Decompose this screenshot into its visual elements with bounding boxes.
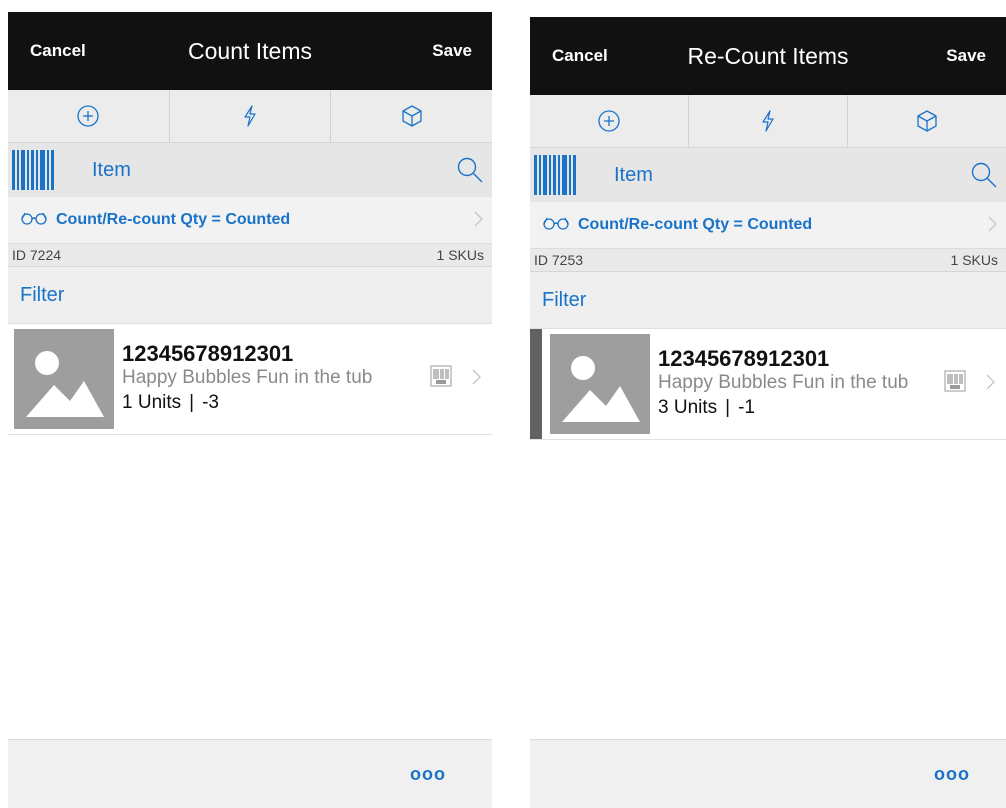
bottom-bar: ooo xyxy=(530,739,1006,808)
count-info-bar: ID 7224 1 SKUs xyxy=(8,244,492,267)
count-items-screen: Cancel Count Items Save Item Count/Re-co… xyxy=(8,12,492,808)
plus-circle-icon xyxy=(77,105,99,127)
quantity-separator: | xyxy=(189,392,195,413)
glasses-icon xyxy=(542,216,570,235)
more-options-button[interactable]: ooo xyxy=(410,764,446,785)
glasses-icon xyxy=(20,211,48,230)
item-quantity: 1 Units | -3 xyxy=(122,390,372,416)
filter-summary-row[interactable]: Count/Re-count Qty = Counted xyxy=(8,197,492,244)
item-variance: -3 xyxy=(202,392,219,413)
quick-action-button[interactable] xyxy=(689,95,848,147)
item-scan-field[interactable]: Item xyxy=(92,159,131,182)
item-units: 1 Units xyxy=(122,392,182,413)
small-barcode-icon xyxy=(430,365,452,392)
filter-summary-text: Count/Re-count Qty = Counted xyxy=(578,216,813,233)
save-button[interactable]: Save xyxy=(432,41,472,61)
chevron-right-icon xyxy=(470,368,482,391)
add-button[interactable] xyxy=(8,90,170,142)
lightning-icon xyxy=(244,105,256,127)
count-id: ID 7224 xyxy=(12,247,62,263)
chevron-right-icon xyxy=(472,210,484,233)
package-button[interactable] xyxy=(331,90,492,142)
action-toolbar xyxy=(530,95,1006,148)
chevron-right-icon xyxy=(986,215,998,238)
image-placeholder-icon xyxy=(14,329,114,429)
bottom-bar: ooo xyxy=(8,739,492,808)
item-sku: 12345678912301 xyxy=(658,346,830,371)
sku-count: 1 SKUs xyxy=(436,247,484,263)
item-description: Happy Bubbles Fun in the tub xyxy=(658,372,909,393)
search-icon[interactable] xyxy=(970,161,998,194)
save-button[interactable]: Save xyxy=(946,46,986,66)
item-scan-field[interactable]: Item xyxy=(614,164,653,187)
header-bar: Cancel Count Items Save xyxy=(8,12,492,90)
cancel-button[interactable]: Cancel xyxy=(30,41,86,61)
package-button[interactable] xyxy=(848,95,1006,147)
list-item[interactable]: 12345678912301 Happy Bubbles Fun in the … xyxy=(530,329,1006,440)
re-count-items-screen: Cancel Re-Count Items Save Item Count/Re… xyxy=(530,17,1006,808)
item-sku: 12345678912301 xyxy=(122,341,294,366)
chevron-right-icon xyxy=(984,373,996,396)
item-units: 3 Units xyxy=(658,397,718,418)
item-variance: -1 xyxy=(738,397,755,418)
item-description: Happy Bubbles Fun in the tub xyxy=(122,367,373,388)
selected-row-marker xyxy=(530,329,542,439)
list-item[interactable]: 12345678912301 Happy Bubbles Fun in the … xyxy=(8,324,492,435)
image-placeholder-icon xyxy=(550,334,650,434)
filter-summary-row[interactable]: Count/Re-count Qty = Counted xyxy=(530,202,1006,249)
small-barcode-icon xyxy=(944,370,966,397)
action-toolbar xyxy=(8,90,492,143)
scan-row: Item xyxy=(530,148,1006,202)
item-quantity: 3 Units | -1 xyxy=(658,395,908,421)
filter-button[interactable]: Filter xyxy=(530,272,1006,329)
scan-row: Item xyxy=(8,143,492,197)
count-id: ID 7253 xyxy=(534,252,584,268)
plus-circle-icon xyxy=(598,110,620,132)
quantity-separator: | xyxy=(725,397,731,418)
add-button[interactable] xyxy=(530,95,689,147)
sku-count: 1 SKUs xyxy=(950,252,998,268)
quick-action-button[interactable] xyxy=(170,90,332,142)
lightning-icon xyxy=(762,110,774,132)
more-options-button[interactable]: ooo xyxy=(934,764,970,785)
cube-icon xyxy=(402,105,422,127)
cancel-button[interactable]: Cancel xyxy=(552,46,608,66)
count-info-bar: ID 7253 1 SKUs xyxy=(530,249,1006,272)
filter-button[interactable]: Filter xyxy=(8,267,492,324)
item-details: 12345678912301 Happy Bubbles Fun in the … xyxy=(122,342,372,416)
barcode-scan-icon[interactable] xyxy=(12,150,56,190)
header-bar: Cancel Re-Count Items Save xyxy=(530,17,1006,95)
item-details: 12345678912301 Happy Bubbles Fun in the … xyxy=(658,347,908,421)
search-icon[interactable] xyxy=(456,156,484,189)
cube-icon xyxy=(917,110,937,132)
barcode-scan-icon[interactable] xyxy=(534,155,578,195)
filter-summary-text: Count/Re-count Qty = Counted xyxy=(56,211,291,228)
